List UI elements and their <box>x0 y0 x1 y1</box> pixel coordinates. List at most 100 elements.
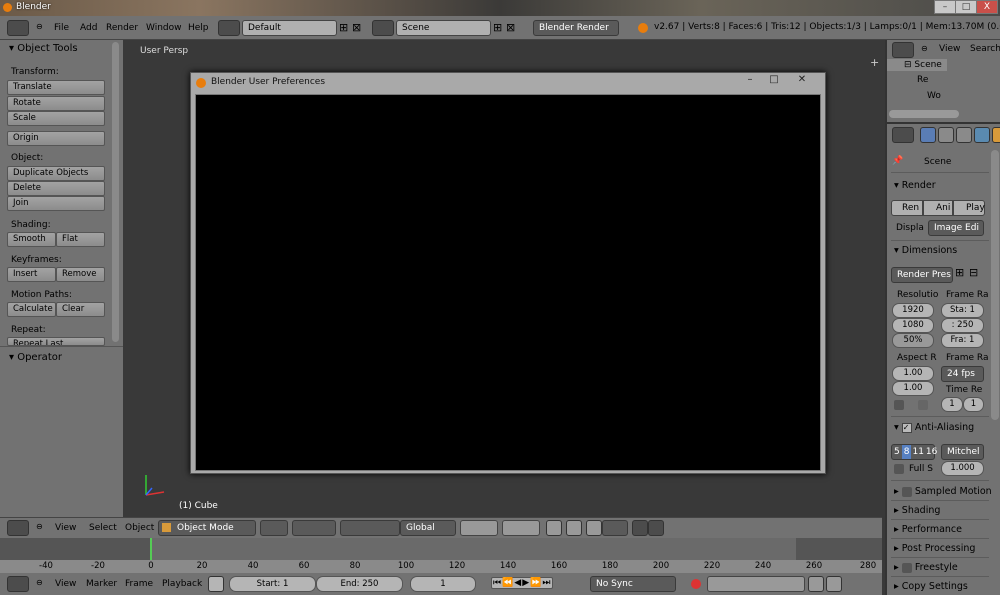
filter-size-field[interactable]: 1.000 <box>941 461 984 476</box>
scale-button[interactable]: Scale <box>7 111 105 126</box>
aspect-x-field[interactable]: 1.00 <box>892 366 934 381</box>
maximize-button[interactable]: □ <box>955 0 977 14</box>
snap-element-select[interactable] <box>602 520 628 536</box>
outliner-item-scene[interactable]: ⊟ Scene <box>904 60 942 70</box>
clear-button[interactable]: Clear <box>56 302 105 317</box>
filter-select[interactable]: Mitchel <box>941 444 984 460</box>
snap-icon[interactable] <box>586 520 602 536</box>
remove-scene-icon[interactable]: ⊠ <box>506 21 515 34</box>
aa-samples-11[interactable]: 11 <box>911 445 924 459</box>
preview-range-icon[interactable] <box>208 576 224 592</box>
start-frame-field[interactable]: Start: 1 <box>229 576 316 592</box>
operator-header[interactable]: ▾ Operator <box>9 352 62 363</box>
render-engine-select[interactable]: Blender Render <box>533 20 619 36</box>
post-processing-panel-header[interactable]: ▸ Post Processing <box>894 543 975 554</box>
dialog-maximize-button[interactable]: □ <box>761 73 787 87</box>
mode-select[interactable]: Object Mode <box>158 520 256 536</box>
dialog-close-button[interactable]: ✕ <box>789 73 815 87</box>
resolution-x-field[interactable]: 1920 <box>892 303 934 318</box>
editor-type-outliner-icon[interactable] <box>892 42 914 58</box>
layers-grid-1[interactable] <box>460 520 498 536</box>
collapse-icon[interactable]: ⊖ <box>36 522 43 531</box>
editor-type-properties-icon[interactable] <box>892 127 914 143</box>
smooth-button[interactable]: Smooth <box>7 232 56 247</box>
origin-button[interactable]: Origin <box>7 131 105 146</box>
close-button[interactable]: X <box>976 0 998 14</box>
menu-playback[interactable]: Playback <box>162 579 202 589</box>
add-preset-icon[interactable]: ⊞ <box>955 266 964 279</box>
aspect-y-field[interactable]: 1.00 <box>892 381 934 396</box>
scene-tab-icon[interactable] <box>956 127 972 143</box>
viewport-shading-select[interactable] <box>260 520 288 536</box>
anti-aliasing-checkbox[interactable]: ✓ <box>901 423 912 433</box>
dimensions-panel-header[interactable]: ▾ Dimensions <box>894 245 957 256</box>
insert-keyframe-icon[interactable] <box>808 576 824 592</box>
render-tab-icon[interactable] <box>920 127 936 143</box>
frame-step-field[interactable]: Fra: 1 <box>941 333 984 348</box>
outliner-item-render-layers[interactable]: Re <box>917 75 928 85</box>
manipulator-buttons[interactable] <box>340 520 400 536</box>
copy-settings-panel-header[interactable]: ▸ Copy Settings <box>894 581 968 592</box>
outliner-scrollbar[interactable] <box>889 110 959 118</box>
render-opengl-icon[interactable] <box>632 520 648 536</box>
minimize-button[interactable]: – <box>934 0 956 14</box>
join-button[interactable]: Join <box>7 196 105 211</box>
dialog-minimize-button[interactable]: – <box>737 73 763 87</box>
render-presets-select[interactable]: Render Pres <box>891 267 953 283</box>
add-scene-icon[interactable]: ⊞ <box>493 21 502 34</box>
render-animation-icon[interactable] <box>648 520 664 536</box>
animation-button[interactable]: Ani <box>923 200 953 216</box>
crop-checkbox[interactable] <box>918 400 928 410</box>
menu-help[interactable]: Help <box>188 23 209 33</box>
freestyle-checkbox[interactable] <box>901 562 912 573</box>
frame-end-field[interactable]: : 250 <box>941 318 984 333</box>
render-layers-tab-icon[interactable] <box>938 127 954 143</box>
resolution-percent-slider[interactable]: 50% <box>892 333 934 348</box>
border-checkbox[interactable] <box>894 400 904 410</box>
display-select[interactable]: Image Edi <box>928 220 984 236</box>
duplicate-objects-button[interactable]: Duplicate Objects <box>7 166 105 181</box>
aa-samples-5[interactable]: 5 <box>892 445 902 459</box>
keying-set-field[interactable] <box>707 576 805 592</box>
pivot-point-select[interactable] <box>292 520 336 536</box>
delete-button[interactable]: Delete <box>7 181 105 196</box>
scene-icon[interactable] <box>372 20 394 36</box>
outliner-item-world[interactable]: Wo <box>927 91 941 101</box>
repeat-last-button[interactable]: Repeat Last <box>7 337 105 346</box>
menu-view[interactable]: View <box>55 523 76 533</box>
insert-keyframe-button[interactable]: Insert <box>7 267 56 282</box>
tool-shelf-scrollbar[interactable] <box>112 42 119 342</box>
translate-button[interactable]: Translate <box>7 80 105 95</box>
menu-view[interactable]: View <box>55 579 76 589</box>
aa-samples-selector[interactable]: 5 8 11 16 <box>891 444 937 460</box>
render-panel-header[interactable]: ▾ Render <box>894 180 936 191</box>
object-tools-header[interactable]: ▾ Object Tools <box>9 43 78 54</box>
sampled-motion-checkbox[interactable] <box>901 486 912 497</box>
proportional-edit-icon[interactable] <box>566 520 582 536</box>
layers-grid-2[interactable] <box>502 520 540 536</box>
remove-preset-icon[interactable]: ⊟ <box>969 266 978 279</box>
play-button[interactable]: Play <box>953 200 985 216</box>
freestyle-panel-header[interactable]: ▸ Freestyle <box>894 562 958 573</box>
transform-orientation-select[interactable]: Global <box>400 520 456 536</box>
sync-mode-select[interactable]: No Sync <box>590 576 676 592</box>
add-panel-icon[interactable]: + <box>870 56 879 69</box>
current-frame-field[interactable]: 1 <box>410 576 476 592</box>
add-layout-icon[interactable]: ⊞ <box>339 21 348 34</box>
scene-field[interactable]: Scene <box>396 20 491 36</box>
performance-panel-header[interactable]: ▸ Performance <box>894 524 962 535</box>
object-tab-icon[interactable] <box>992 127 1000 143</box>
screen-layout-icon[interactable] <box>218 20 240 36</box>
shading-panel-header[interactable]: ▸ Shading <box>894 505 940 516</box>
aa-samples-8[interactable]: 8 <box>901 445 912 459</box>
world-tab-icon[interactable] <box>974 127 990 143</box>
full-sample-checkbox[interactable] <box>894 464 904 474</box>
menu-select[interactable]: Select <box>89 523 117 533</box>
flat-button[interactable]: Flat <box>56 232 105 247</box>
end-frame-field[interactable]: End: 250 <box>316 576 403 592</box>
menu-render[interactable]: Render <box>106 23 138 33</box>
remove-keyframe-button[interactable]: Remove <box>56 267 105 282</box>
editor-type-timeline-icon[interactable] <box>7 576 29 592</box>
pin-icon[interactable]: 📌 <box>892 156 903 166</box>
menu-add[interactable]: Add <box>80 23 97 33</box>
